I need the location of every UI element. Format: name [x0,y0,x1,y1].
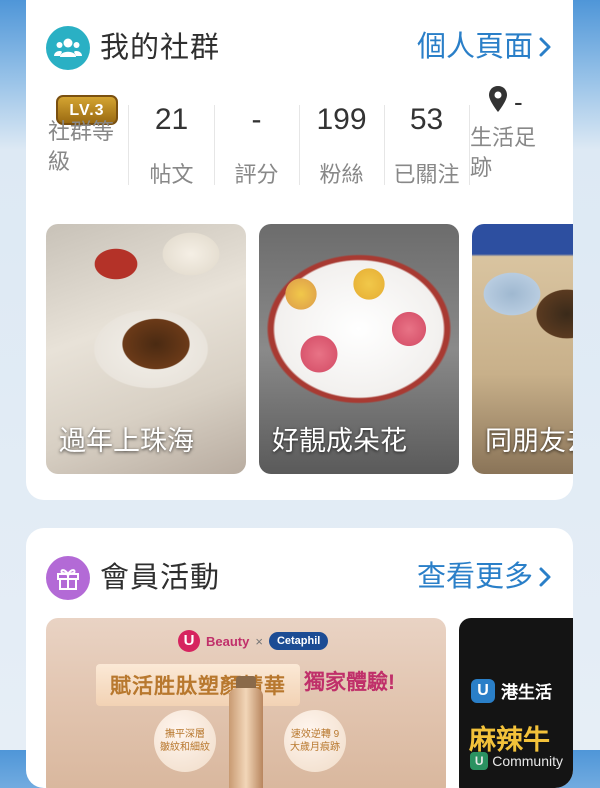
stat-following[interactable]: 53 已關注 [384,95,469,200]
post-thumbnail[interactable]: 同朋友去 [472,224,573,474]
promo-feature-badge: 撫平深層 皺紋和細紋 [154,710,216,772]
stat-posts[interactable]: 21 帖文 [129,95,214,200]
followers-count: 199 [316,103,367,136]
post-caption: 過年上珠海 [59,426,194,456]
footprint-label: 生活足 跡 [470,125,537,180]
post-thumbnail[interactable]: 好靚成朵花 [259,224,459,474]
ubeauty-name: Beauty [206,633,250,649]
promo-banner-ubeauty[interactable]: U Beauty × Cetaphil 賦活胜肽塑顏精華 獨家體驗! 撫平深層 … [46,618,446,788]
post-thumbnail[interactable]: 過年上珠海 [46,224,246,474]
post-caption: 好靚成朵花 [272,426,407,456]
view-more-label: 查看更多 [416,561,533,593]
chevron-right-icon [539,567,551,587]
stat-followers[interactable]: 199 粉絲 [299,95,384,200]
promo-headline: 賦活胜肽塑顏精華 [96,664,300,706]
cetaphil-logo: Cetaphil [268,632,329,650]
community-logo-icon: U [470,752,489,770]
hk-living-name: 港生活 [501,683,552,702]
rating-value: - [251,103,262,136]
promo-feature-badge: 速效逆轉 9大歲月痕跡 [284,710,346,772]
member-activity-card: 會員活動 查看更多 U Beauty × Cetaphil 賦活胜肽塑顏精華 獨… [26,528,573,788]
profile-page-link[interactable]: 個人頁面 [417,29,553,65]
stats-row: LV.3 社群等 級 21 帖文 - 評分 199 粉絲 53 已關注 - 生活… [26,86,573,200]
gift-icon [46,556,90,600]
cross-mark: × [255,633,263,649]
community-title: 我的社群 [100,32,221,64]
member-activity-title: 會員活動 [100,562,221,594]
following-label: 已關注 [393,162,460,187]
footprint-value: - [514,87,523,117]
followers-label: 粉絲 [319,162,364,187]
stat-footprint[interactable]: - 生活足 跡 [470,86,570,200]
chevron-right-icon [539,37,551,57]
member-activity-header: 會員活動 查看更多 [46,556,553,606]
group-people-icon [46,26,90,70]
hk-living-logo: U 港生活 [471,678,552,703]
u-logo-icon: U [471,678,495,703]
posts-label: 帖文 [149,162,194,187]
product-bottle [229,688,263,788]
stat-rating[interactable]: - 評分 [214,95,299,200]
ubeauty-logo: U [178,630,200,652]
rating-label: 評分 [234,162,279,187]
posts-count: 21 [154,103,189,136]
community-card: 我的社群 個人頁面 LV.3 社群等 級 21 帖文 - 評分 199 粉絲 5… [26,0,573,500]
profile-page-link-label: 個人頁面 [416,31,533,63]
location-pin-icon [489,86,507,112]
community-header: 我的社群 個人頁面 [46,26,553,76]
following-count: 53 [409,103,444,136]
promo-tag: 獨家體驗! [304,671,395,694]
level-label: 社群等 級 [48,119,115,174]
post-caption: 同朋友去 [485,426,573,456]
community-watermark: U Community [470,752,563,770]
promo-brand-logos: U Beauty × Cetaphil [178,630,329,652]
view-more-link[interactable]: 查看更多 [417,559,553,595]
